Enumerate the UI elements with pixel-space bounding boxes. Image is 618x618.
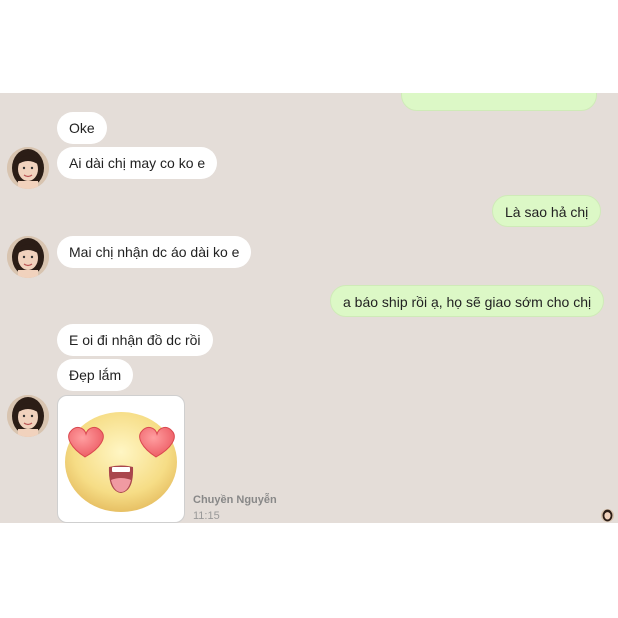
incoming-message[interactable]: Đẹp lắm	[57, 359, 134, 391]
incoming-message[interactable]: Mai chị nhận dc áo dài ko e	[57, 236, 252, 268]
heart-eyes-emoji-sticker[interactable]	[57, 395, 185, 523]
avatar[interactable]	[7, 395, 49, 437]
avatar[interactable]	[7, 147, 49, 189]
seen-avatar	[601, 509, 614, 522]
avatar[interactable]	[7, 236, 49, 278]
outgoing-message[interactable]: Là sao hả chị	[492, 195, 602, 227]
incoming-message[interactable]: Oke	[57, 112, 107, 144]
outgoing-message[interactable]: a báo ship rồi ạ, họ sẽ giao sớm cho chị	[330, 285, 605, 317]
incoming-message[interactable]: Ai dài chị may co ko e	[57, 147, 218, 179]
message-time: 11:15	[193, 510, 220, 522]
sender-name: Chuyền Nguyễn	[193, 494, 277, 506]
chat-window: Oke Ai dài chị may co ko e Là sao hả chị…	[0, 93, 618, 523]
outgoing-message-partial[interactable]	[401, 93, 597, 111]
incoming-message[interactable]: E oi đi nhận đồ dc rồi	[57, 324, 213, 356]
